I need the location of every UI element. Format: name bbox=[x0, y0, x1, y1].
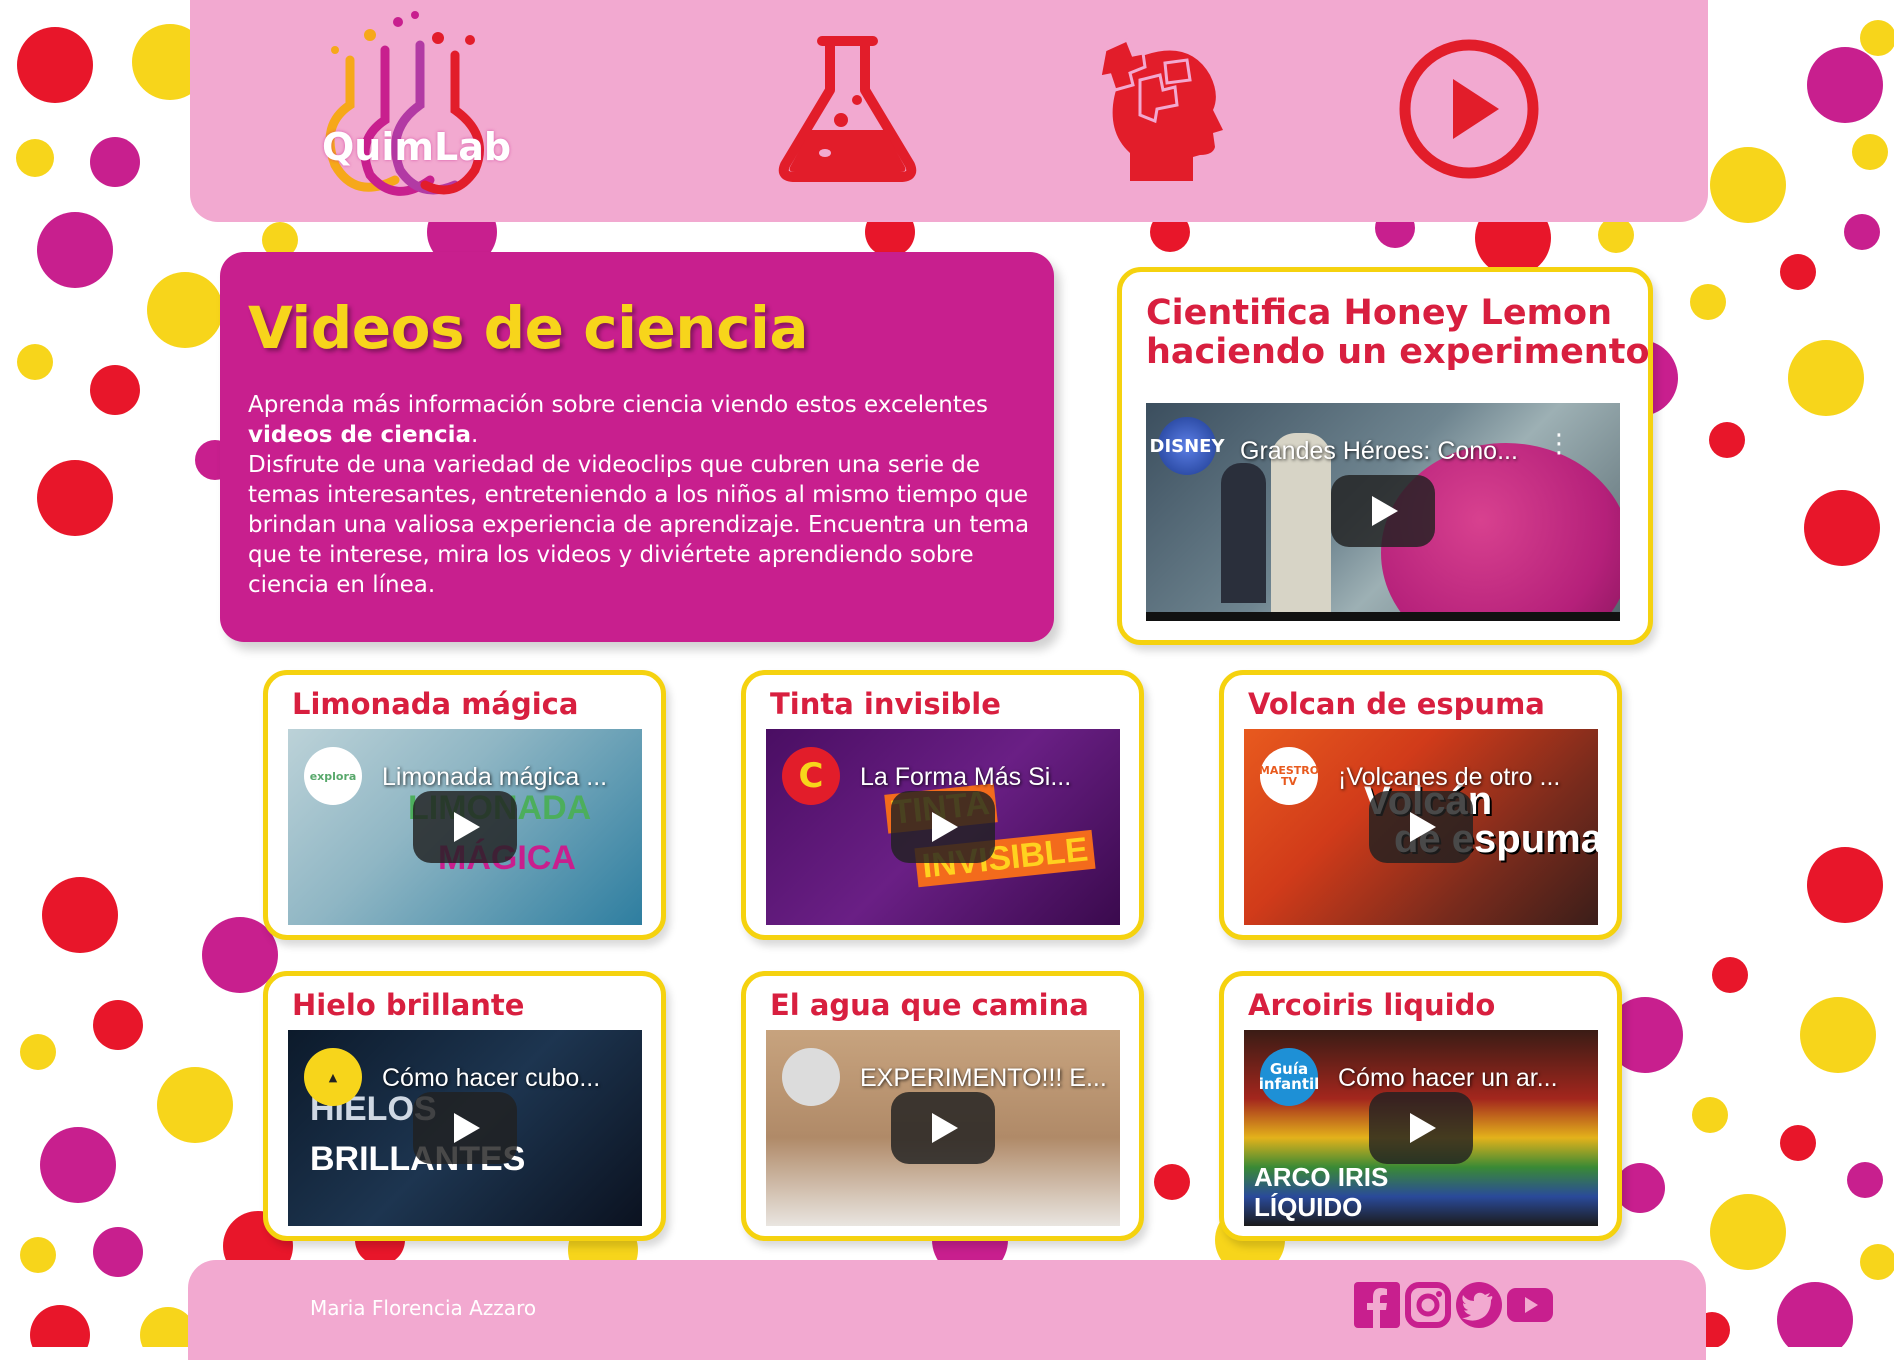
video-title[interactable]: Cómo hacer un ar... bbox=[1338, 1064, 1558, 1093]
channel-avatar[interactable]: explora bbox=[304, 747, 362, 805]
channel-avatar[interactable]: Guía infantil bbox=[1259, 1048, 1319, 1106]
video-title[interactable]: Limonada mágica ... bbox=[382, 763, 607, 792]
featured-video-card: Cientifica Honey Lemon haciendo un exper… bbox=[1117, 267, 1653, 645]
play-button[interactable] bbox=[413, 1092, 517, 1164]
thumbnail-caption: LÍQUIDO bbox=[1254, 1192, 1363, 1222]
quimlab-logo[interactable]: QuimLab bbox=[310, 10, 511, 210]
channel-avatar[interactable] bbox=[782, 1048, 840, 1106]
thumbnail-caption: ARCO IRIS bbox=[1254, 1162, 1389, 1192]
video-embed[interactable]: LIMONADAMÁGICAexploraLimonada mágica ... bbox=[288, 729, 642, 925]
video-card: Hielo brillanteHIELOSBRILLANTES▲Cómo hac… bbox=[263, 971, 666, 1241]
facebook-icon[interactable] bbox=[1354, 1282, 1400, 1328]
video-embed[interactable]: ARCO IRIS LÍQUIDO Guía infantil Cómo hacer … bbox=[1244, 1030, 1598, 1226]
page-title: Videos de ciencia bbox=[248, 294, 809, 362]
video-embed[interactable]: DISNEY Grandes Héroes: Cono... ⋮ bbox=[1146, 403, 1620, 621]
brain-puzzle-icon[interactable] bbox=[1095, 35, 1225, 183]
card-title: Volcan de espuma bbox=[1248, 687, 1545, 721]
footer: Maria Florencia Azzaro bbox=[188, 1260, 1706, 1360]
video-title[interactable]: EXPERIMENTO!!! E... bbox=[860, 1064, 1107, 1093]
twitter-icon[interactable] bbox=[1456, 1282, 1502, 1328]
video-title[interactable]: La Forma Más Si... bbox=[860, 763, 1071, 792]
channel-avatar[interactable]: C bbox=[782, 747, 840, 805]
intro-line1: Aprenda más información sobre ciencia vi… bbox=[248, 392, 989, 418]
video-title[interactable]: Cómo hacer cubo... bbox=[382, 1064, 600, 1093]
intro-text: Aprenda más información sobre ciencia vi… bbox=[248, 390, 1038, 600]
intro-line1-end: . bbox=[471, 422, 479, 448]
channel-avatar[interactable]: ▲ bbox=[304, 1048, 362, 1106]
video-embed[interactable]: TINTAINVISIBLECLa Forma Más Si... bbox=[766, 729, 1120, 925]
play-button[interactable] bbox=[413, 791, 517, 863]
play-button[interactable] bbox=[1369, 791, 1473, 863]
play-button[interactable] bbox=[1369, 1092, 1473, 1164]
card-title: Tinta invisible bbox=[770, 687, 1001, 721]
flasks-logo-graphic bbox=[325, 11, 484, 196]
card-title: Limonada mágica bbox=[292, 687, 579, 721]
intro-panel: Videos de ciencia Aprenda más informació… bbox=[220, 252, 1054, 642]
card-title: Cientifica Honey Lemon haciendo un exper… bbox=[1146, 293, 1650, 372]
more-options-icon[interactable]: ⋮ bbox=[1546, 431, 1572, 457]
intro-line1-bold: videos de ciencia bbox=[248, 422, 472, 448]
logo-text: QuimLab bbox=[322, 125, 512, 169]
video-title[interactable]: ¡Volcanes de otro ... bbox=[1338, 763, 1560, 792]
card-title: Hielo brillante bbox=[292, 988, 525, 1022]
play-button[interactable] bbox=[1331, 475, 1435, 547]
video-card: Arcoiris liquido ARCO IRIS LÍQUIDO Guía inf… bbox=[1219, 971, 1622, 1241]
channel-avatar[interactable]: MAESTRO TV bbox=[1259, 747, 1319, 805]
video-embed[interactable]: Volcánde espumaMAESTRO TV¡Volcanes de ot… bbox=[1244, 729, 1598, 925]
video-card: Volcan de espuma Volcánde espumaMAESTRO T… bbox=[1219, 670, 1622, 940]
author-name: Maria Florencia Azzaro bbox=[310, 1296, 537, 1320]
intro-paragraph: Disfrute de una variedad de videoclips q… bbox=[248, 452, 1030, 598]
video-card: Tinta invisibleTINTAINVISIBLECLa Forma M… bbox=[741, 670, 1144, 940]
card-title: Arcoiris liquido bbox=[1248, 988, 1496, 1022]
youtube-icon[interactable] bbox=[1507, 1282, 1553, 1328]
flask-icon[interactable] bbox=[775, 35, 920, 183]
instagram-icon[interactable] bbox=[1405, 1282, 1451, 1328]
video-card: El agua que camina EXPERIMENTO!!! E... bbox=[741, 971, 1144, 1241]
play-circle-icon[interactable] bbox=[1395, 35, 1543, 183]
video-embed[interactable]: EXPERIMENTO!!! E... bbox=[766, 1030, 1120, 1226]
play-button[interactable] bbox=[891, 791, 995, 863]
video-title[interactable]: Grandes Héroes: Cono... bbox=[1240, 437, 1518, 466]
top-navigation-bar: QuimLab bbox=[190, 0, 1708, 222]
video-bottom-bar bbox=[1146, 612, 1620, 621]
character-graphic bbox=[1221, 463, 1266, 603]
play-button[interactable] bbox=[891, 1092, 995, 1164]
video-embed[interactable]: HIELOSBRILLANTES▲Cómo hacer cubo... bbox=[288, 1030, 642, 1226]
video-card: Limonada mágicaLIMONADAMÁGICAexploraLimo… bbox=[263, 670, 666, 940]
card-title: El agua que camina bbox=[770, 988, 1089, 1022]
channel-avatar[interactable]: DISNEY bbox=[1150, 417, 1225, 475]
